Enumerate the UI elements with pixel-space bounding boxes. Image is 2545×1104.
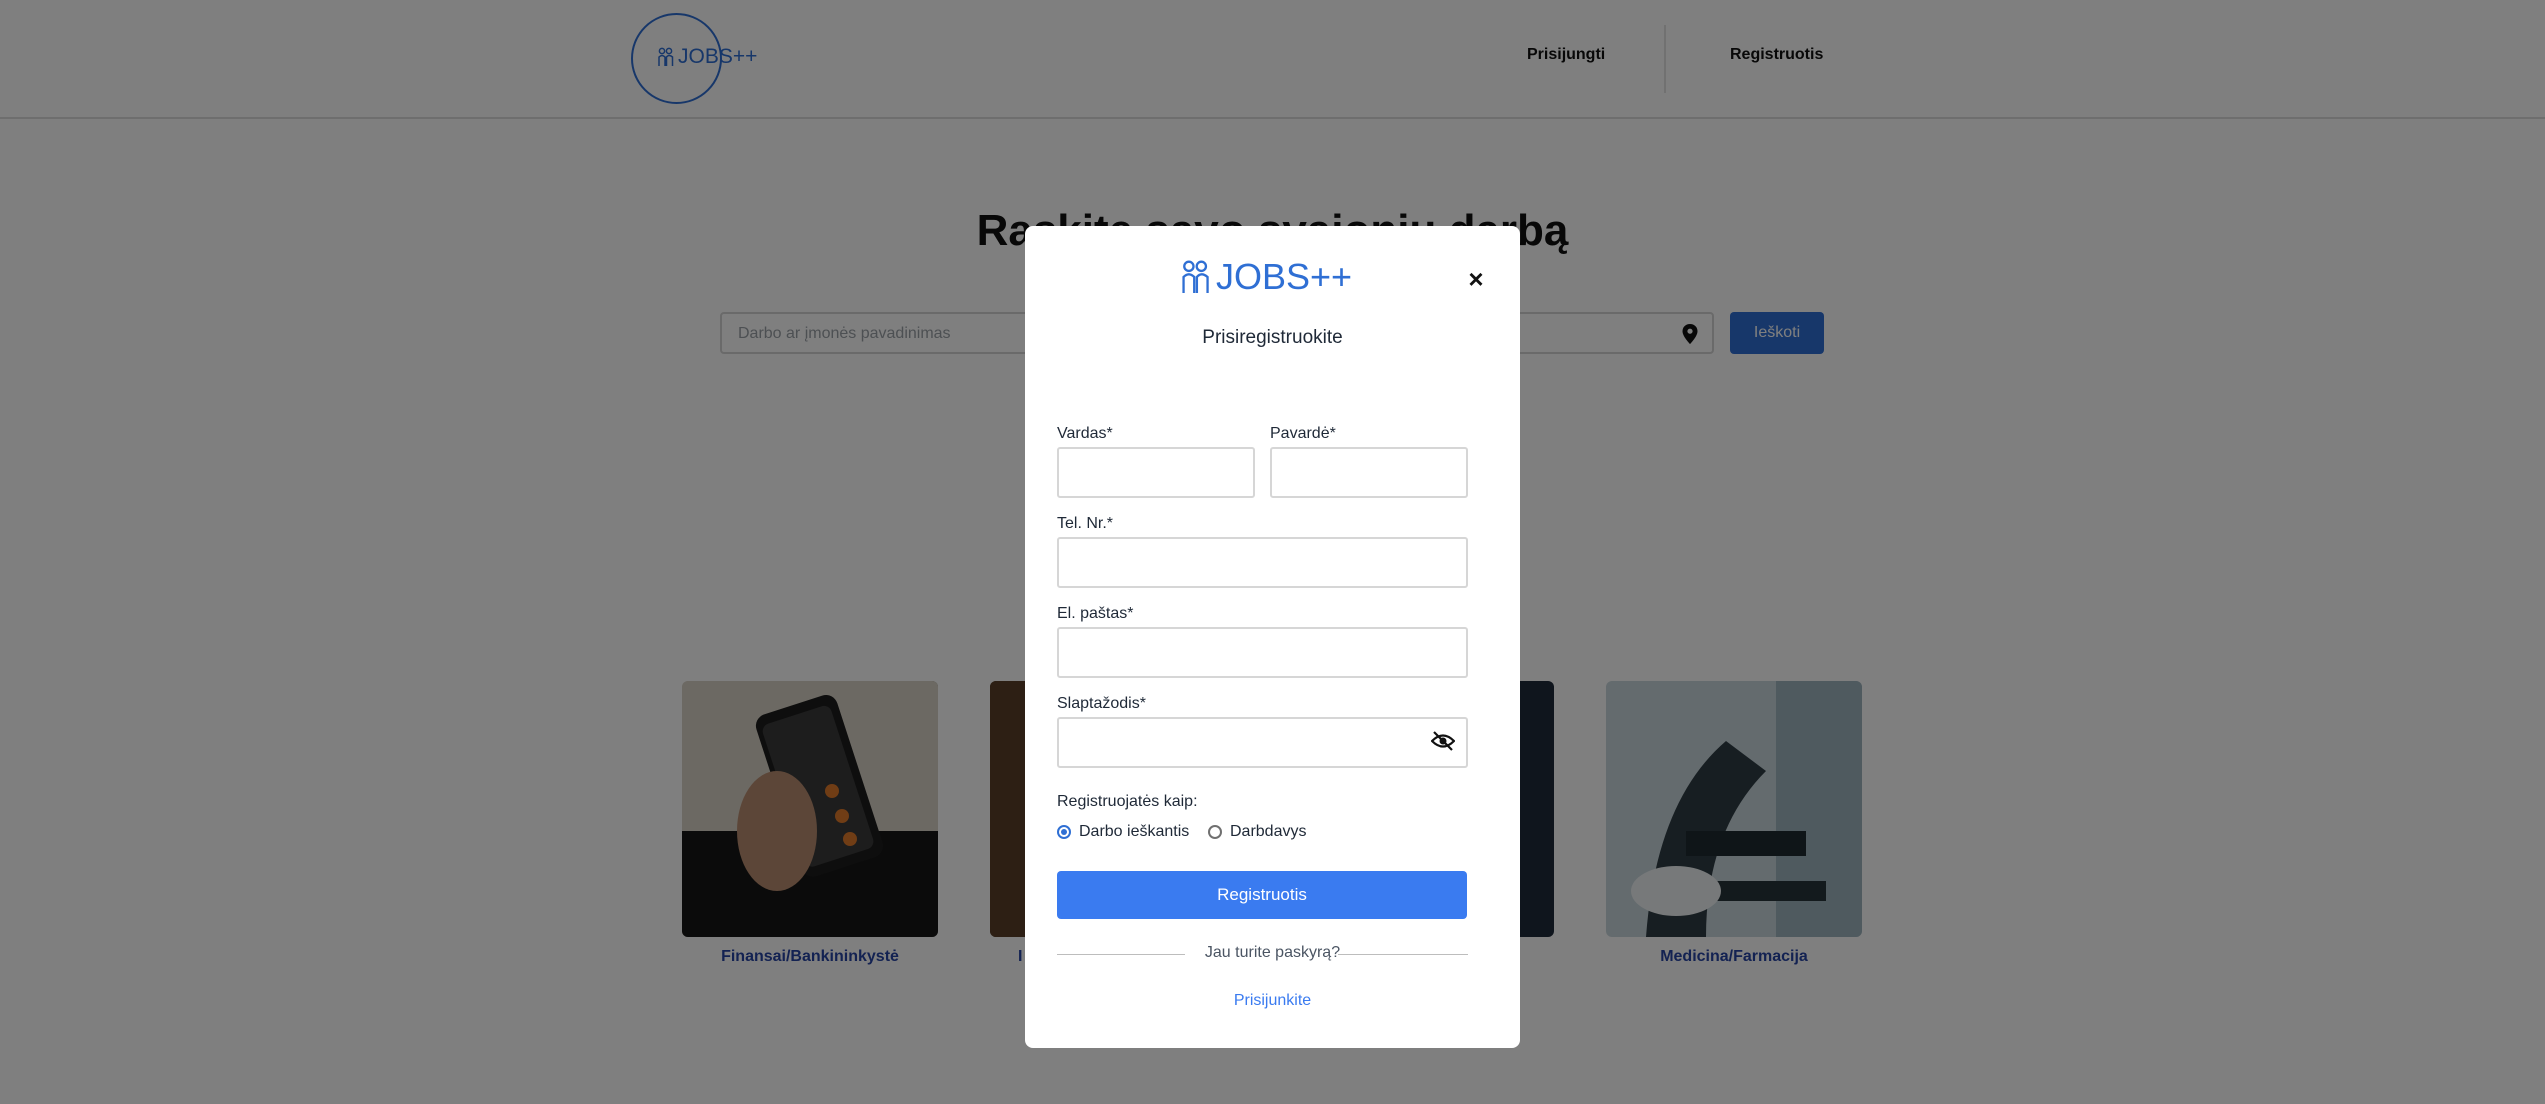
- role-option-label: Darbdavys: [1230, 823, 1307, 840]
- modal-title: Prisiregistruokite: [1202, 327, 1343, 348]
- role-option-employer[interactable]: Darbdavys: [1208, 823, 1306, 841]
- role-option-label: Darbo ieškantis: [1079, 823, 1190, 840]
- phone-label: Tel. Nr.*: [1057, 515, 1114, 532]
- password-input[interactable]: [1057, 717, 1468, 768]
- password-label: Slaptažodis*: [1057, 695, 1146, 712]
- login-link[interactable]: Prisijunkite: [1025, 992, 1520, 1010]
- radio-employer[interactable]: [1208, 825, 1222, 839]
- last-name-label: Pavardė*: [1270, 425, 1336, 442]
- people-logo-icon: [1182, 260, 1209, 293]
- radio-job-seeker[interactable]: [1057, 825, 1071, 839]
- modal-logo: JOBS++: [1180, 256, 1352, 298]
- modal-logo-text: JOBS++: [1216, 256, 1353, 297]
- eye-off-icon[interactable]: [1431, 731, 1455, 751]
- email-input[interactable]: [1057, 627, 1468, 678]
- role-label: Registruojatės kaip:: [1057, 793, 1198, 810]
- phone-input[interactable]: [1057, 537, 1468, 588]
- close-icon[interactable]: ×: [1465, 266, 1487, 292]
- role-option-job-seeker[interactable]: Darbo ieškantis: [1057, 823, 1189, 841]
- last-name-input[interactable]: [1270, 447, 1468, 498]
- register-submit-button[interactable]: Registruotis: [1057, 871, 1467, 919]
- first-name-label: Vardas*: [1057, 425, 1113, 442]
- registration-modal: JOBS++ × Prisiregistruokite Vardas* Pava…: [1025, 226, 1520, 1048]
- email-label: El. paštas*: [1057, 605, 1134, 622]
- have-account-text: Jau turite paskyrą?: [1204, 944, 1341, 961]
- first-name-input[interactable]: [1057, 447, 1255, 498]
